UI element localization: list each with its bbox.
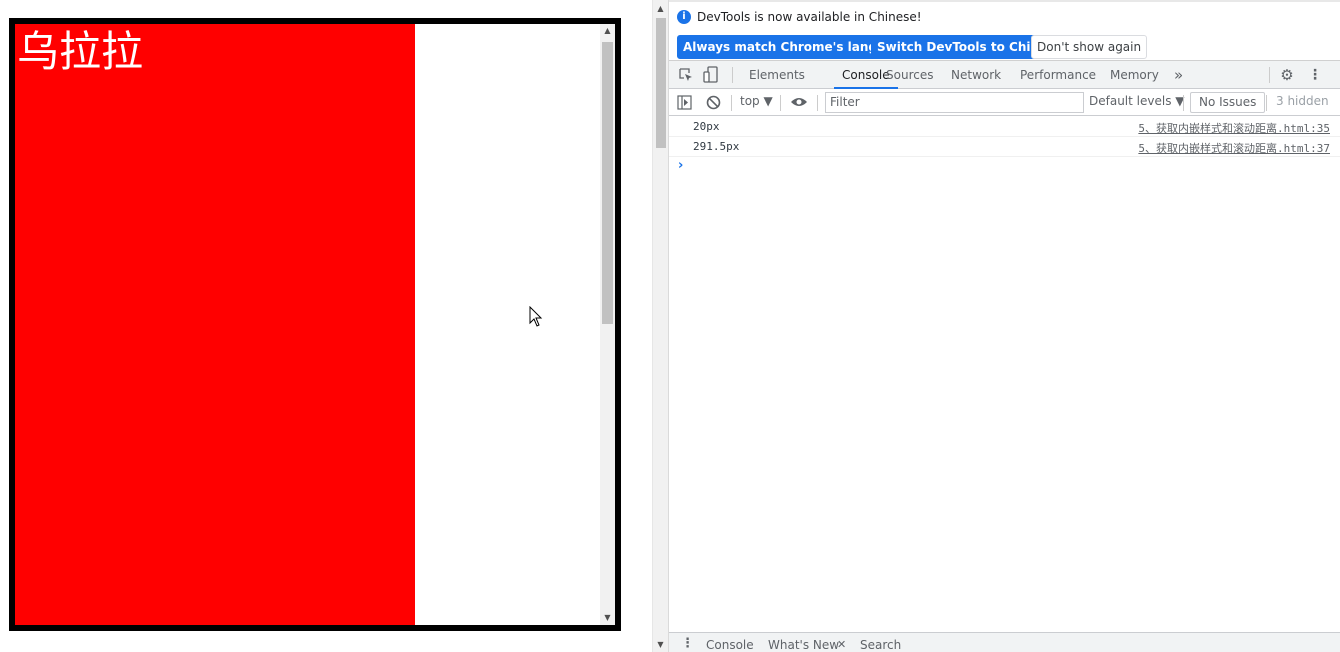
page-viewport: 乌拉拉 ▲ ▼	[0, 0, 652, 652]
sidebar-toggle-icon[interactable]	[677, 95, 692, 110]
drawer-tab-whats-new[interactable]: What's New	[768, 638, 839, 652]
red-content-block: 乌拉拉	[15, 24, 415, 625]
console-prompt[interactable]: ›	[678, 158, 683, 173]
toolbar-divider	[817, 95, 818, 111]
drawer-menu-icon[interactable]: ⋮	[681, 636, 694, 651]
close-icon[interactable]: ✕	[837, 638, 846, 651]
page-scroll-thumb[interactable]	[656, 18, 666, 148]
toolbar-divider	[1183, 95, 1184, 111]
toolbar-divider	[731, 95, 732, 111]
toolbar-divider	[1269, 67, 1270, 83]
log-levels-dropdown[interactable]: Default levels ▼	[1089, 94, 1185, 108]
tab-elements[interactable]: Elements	[741, 61, 813, 89]
hidden-count: 3 hidden	[1276, 94, 1329, 108]
console-message: 291.5px 5、获取内嵌样式和滚动距离.html:37	[669, 137, 1340, 157]
console-message: 20px 5、获取内嵌样式和滚动距离.html:35	[669, 117, 1340, 137]
page-scroll-up-icon[interactable]: ▲	[653, 2, 668, 16]
kebab-menu-icon[interactable]: ⋮	[1307, 67, 1323, 83]
drawer-tab-search[interactable]: Search	[860, 638, 901, 652]
container-scrollbar[interactable]: ▲ ▼	[600, 24, 615, 625]
red-block-text: 乌拉拉	[17, 27, 144, 76]
devtools-tabbar: Elements Console Sources Network Perform…	[669, 61, 1340, 89]
device-toggle-icon[interactable]	[703, 66, 719, 84]
page-scroll-down-icon[interactable]: ▼	[653, 638, 668, 652]
infobar-message: DevTools is now available in Chinese!	[697, 10, 922, 24]
inspect-icon[interactable]	[678, 67, 694, 83]
settings-icon[interactable]: ⚙	[1279, 67, 1295, 83]
clear-console-icon[interactable]	[706, 95, 721, 110]
tab-memory[interactable]: Memory	[1102, 61, 1167, 89]
toolbar-divider	[1266, 95, 1267, 111]
more-tabs-icon[interactable]: »	[1166, 61, 1191, 89]
console-source-link[interactable]: 5、获取内嵌样式和滚动距离.html:35	[1138, 120, 1330, 136]
tab-network[interactable]: Network	[943, 61, 1009, 89]
dont-show-again-button[interactable]: Don't show again	[1031, 35, 1148, 59]
toolbar-divider	[732, 67, 733, 83]
console-source-link[interactable]: 5、获取内嵌样式和滚动距离.html:37	[1138, 140, 1330, 156]
drawer-tab-console[interactable]: Console	[706, 638, 754, 652]
tab-performance[interactable]: Performance	[1012, 61, 1104, 89]
drawer-tabbar: ⋮ Console What's New ✕ Search	[669, 632, 1340, 652]
language-infobar: i DevTools is now available in Chinese! …	[669, 0, 1340, 61]
container-scroll-thumb[interactable]	[602, 42, 613, 324]
scroll-down-arrow-icon[interactable]: ▼	[600, 611, 615, 625]
console-filter-input[interactable]: Filter	[825, 92, 1084, 113]
console-value: 291.5px	[693, 140, 740, 153]
info-icon: i	[677, 10, 691, 24]
tab-sources[interactable]: Sources	[878, 61, 941, 89]
context-selector[interactable]: top ▼	[740, 94, 773, 108]
console-toolbar: top ▼ Filter Default levels ▼ No Issues …	[669, 89, 1340, 116]
toolbar-divider	[780, 95, 781, 111]
eye-icon[interactable]	[790, 96, 808, 108]
scroll-up-arrow-icon[interactable]: ▲	[600, 24, 615, 38]
issues-button[interactable]: No Issues	[1190, 92, 1266, 113]
cursor-icon	[529, 306, 543, 327]
page-scrollbar[interactable]: ▲ ▼	[652, 0, 669, 652]
devtools-panel: i DevTools is now available in Chinese! …	[669, 0, 1340, 652]
console-value: 20px	[693, 120, 720, 133]
